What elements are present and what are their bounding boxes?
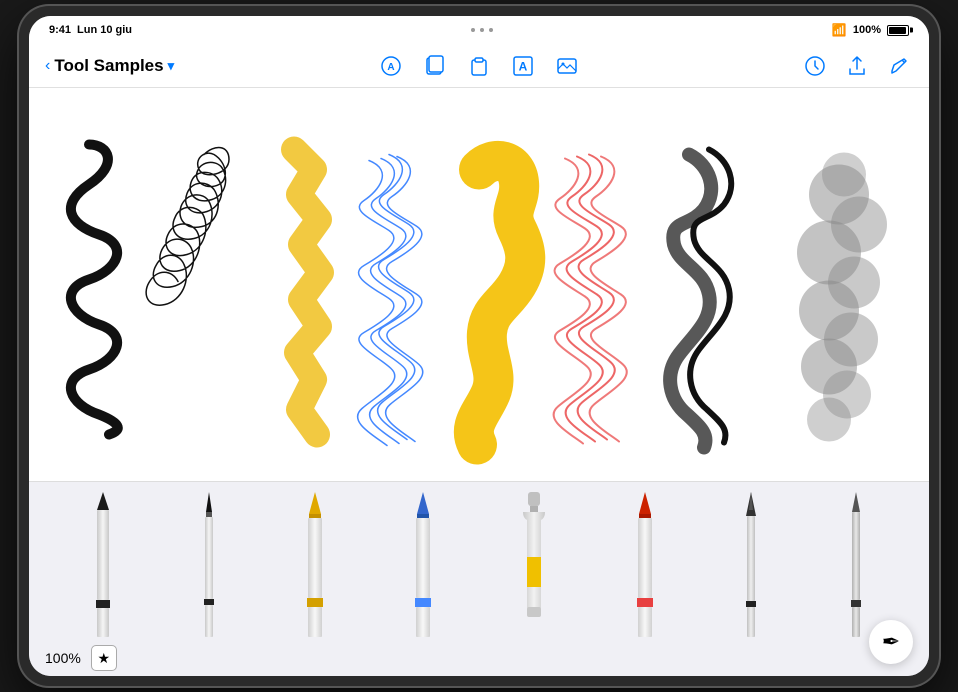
dot2 (480, 28, 484, 32)
stroke-snake-black (71, 145, 118, 435)
svg-text:A: A (519, 59, 528, 73)
tool-crayon-red[interactable] (629, 492, 661, 637)
pen-fab-button[interactable]: ✒ (869, 620, 913, 664)
toolbar-right (629, 52, 913, 80)
pages-icon[interactable] (421, 52, 449, 80)
battery-icon (887, 25, 909, 36)
ipad-screen: 9:41 Lun 10 giu 📶 100% ‹ (29, 16, 929, 676)
star-icon: ★ (98, 650, 111, 667)
document-title: Tool Samples ▾ (54, 56, 174, 76)
tools-row (29, 492, 929, 637)
pen-fab-icon: ✒ (882, 629, 900, 655)
canvas-area[interactable] (29, 88, 929, 481)
back-button[interactable]: ‹ (45, 57, 50, 75)
clipboard-icon[interactable] (465, 52, 493, 80)
status-dots (471, 28, 493, 32)
tool-marker-yellow[interactable] (299, 492, 331, 637)
tool-marker-blue[interactable] (407, 492, 439, 637)
annotate-icon[interactable]: A (377, 52, 405, 80)
tool-nib-pen[interactable] (737, 492, 765, 637)
history-icon[interactable] (801, 52, 829, 80)
tool-fineliner[interactable] (195, 492, 223, 637)
tool-brush-gray[interactable] (841, 492, 871, 637)
share-icon[interactable] (843, 52, 871, 80)
zoom-level: 100% (45, 650, 81, 666)
toolbar: ‹ Tool Samples ▾ A (29, 44, 929, 88)
tools-panel: 100% ★ ✒ (29, 481, 929, 676)
svg-text:A: A (387, 62, 394, 73)
time: 9:41 (49, 24, 71, 36)
title-chevron[interactable]: ▾ (168, 58, 175, 74)
stroke-blob-yellow (474, 161, 525, 445)
stroke-scribble-red (554, 155, 627, 444)
toolbar-center: A A (337, 52, 621, 80)
image-icon[interactable] (553, 52, 581, 80)
tool-paint-bucket[interactable] (515, 492, 553, 637)
favorites-button[interactable]: ★ (91, 645, 117, 671)
canvas-svg (29, 88, 929, 481)
status-right: 📶 100% (832, 23, 909, 37)
dot3 (489, 28, 493, 32)
text-icon[interactable]: A (509, 52, 537, 80)
tool-pencil[interactable] (87, 492, 119, 637)
toolbar-left: ‹ Tool Samples ▾ (45, 56, 329, 76)
status-left: 9:41 Lun 10 giu (49, 24, 132, 36)
stroke-cloud-gray (797, 153, 887, 442)
edit-icon[interactable] (885, 52, 913, 80)
battery-label: 100% (853, 24, 881, 36)
stroke-loops-black (146, 148, 229, 306)
ipad-frame: 9:41 Lun 10 giu 📶 100% ‹ (19, 6, 939, 686)
stroke-calligraphy-black (670, 150, 731, 448)
back-chevron: ‹ (45, 57, 50, 75)
date: Lun 10 giu (77, 24, 132, 36)
title-text: Tool Samples (54, 56, 163, 76)
tools-bottom: 100% ★ (29, 637, 929, 676)
stroke-ribbon-yellow (294, 150, 321, 435)
battery-fill (889, 27, 906, 34)
dot1 (471, 28, 475, 32)
stroke-scribble-blue (358, 155, 423, 446)
wifi-icon: 📶 (832, 23, 847, 37)
status-bar: 9:41 Lun 10 giu 📶 100% (29, 16, 929, 44)
